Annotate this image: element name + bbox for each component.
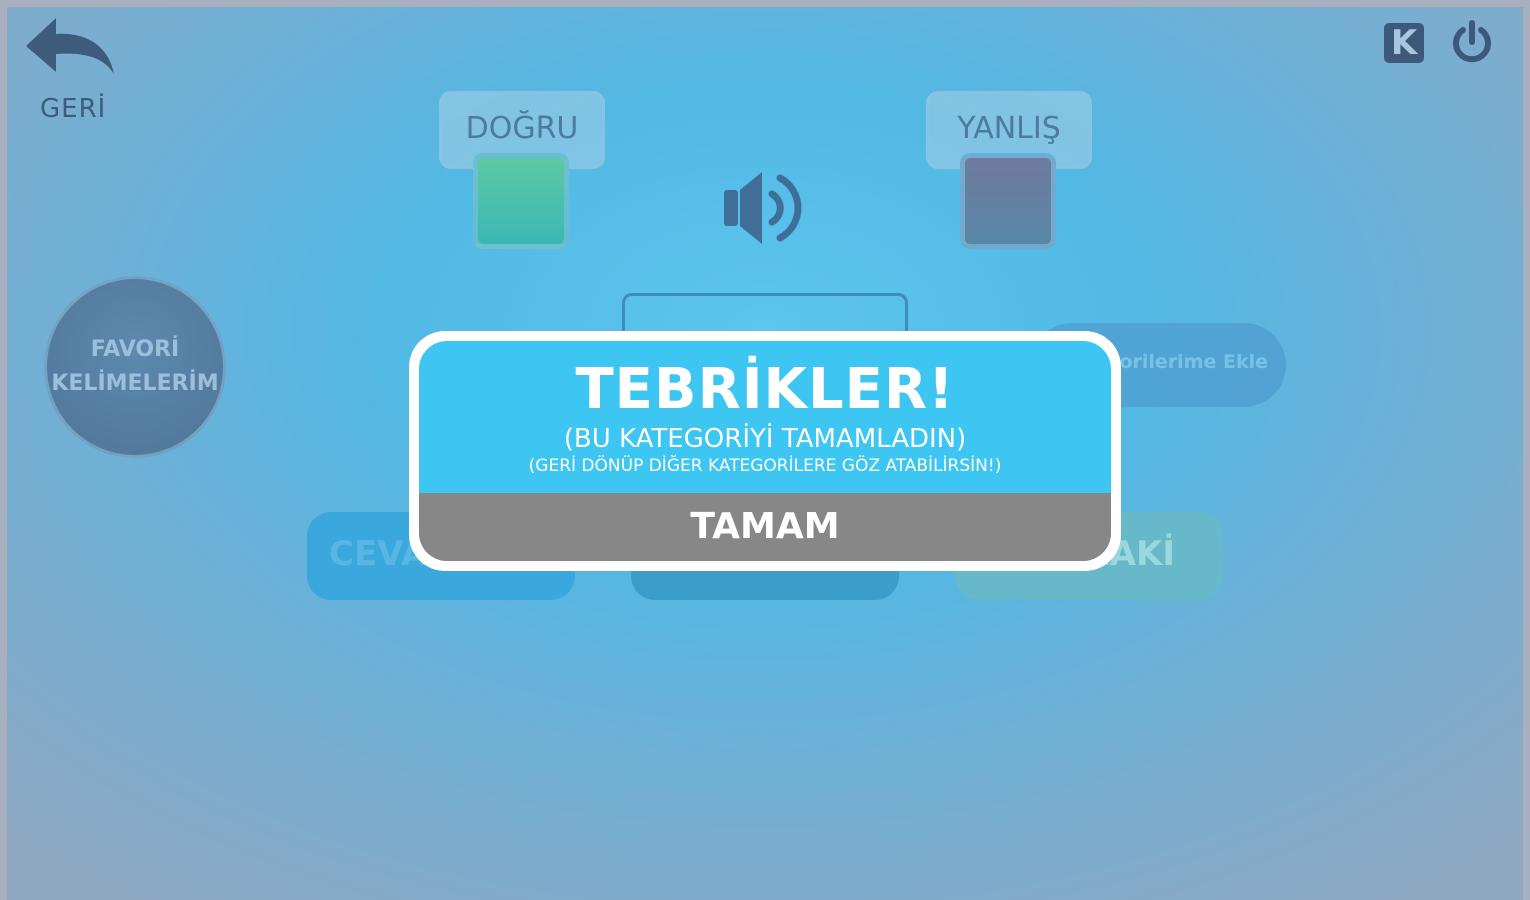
congrats-dialog: TEBRİKLER! (BU KATEGORİYİ TAMAMLADIN) (G…: [409, 331, 1121, 571]
correct-indicator: DOĞRU: [439, 91, 605, 249]
favorite-words-button[interactable]: FAVORİ KELİMELERİM: [44, 276, 226, 458]
favorite-words-line2: KELİMELERİM: [51, 371, 219, 396]
ok-button[interactable]: TAMAM: [419, 493, 1111, 561]
dialog-title: TEBRİKLER!: [575, 357, 955, 422]
correct-label: DOĞRU: [465, 111, 579, 146]
back-button[interactable]: GERİ: [22, 18, 118, 124]
dialog-note: (GERİ DÖNÜP DİĞER KATEGORİLERE GÖZ ATABİ…: [528, 456, 1002, 476]
speaker-icon[interactable]: [722, 168, 812, 248]
k-logo-icon[interactable]: K: [1384, 23, 1424, 63]
game-screen: GERİ K DOĞRU YANLIŞ FAVORİ KELİMELERİM F…: [0, 0, 1530, 900]
wrong-swatch: [960, 153, 1056, 249]
congrats-dialog-body: TEBRİKLER! (BU KATEGORİYİ TAMAMLADIN) (G…: [419, 341, 1111, 561]
wrong-indicator: YANLIŞ: [926, 91, 1092, 249]
back-arrow-icon: [26, 18, 114, 74]
back-label: GERİ: [40, 94, 107, 124]
power-icon[interactable]: [1450, 20, 1494, 66]
top-right-controls: K: [1384, 20, 1494, 66]
favorite-words-line1: FAVORİ: [90, 337, 180, 362]
correct-swatch: [473, 153, 569, 249]
wrong-label: YANLIŞ: [957, 111, 1061, 146]
dialog-subtitle: (BU KATEGORİYİ TAMAMLADIN): [563, 424, 967, 454]
